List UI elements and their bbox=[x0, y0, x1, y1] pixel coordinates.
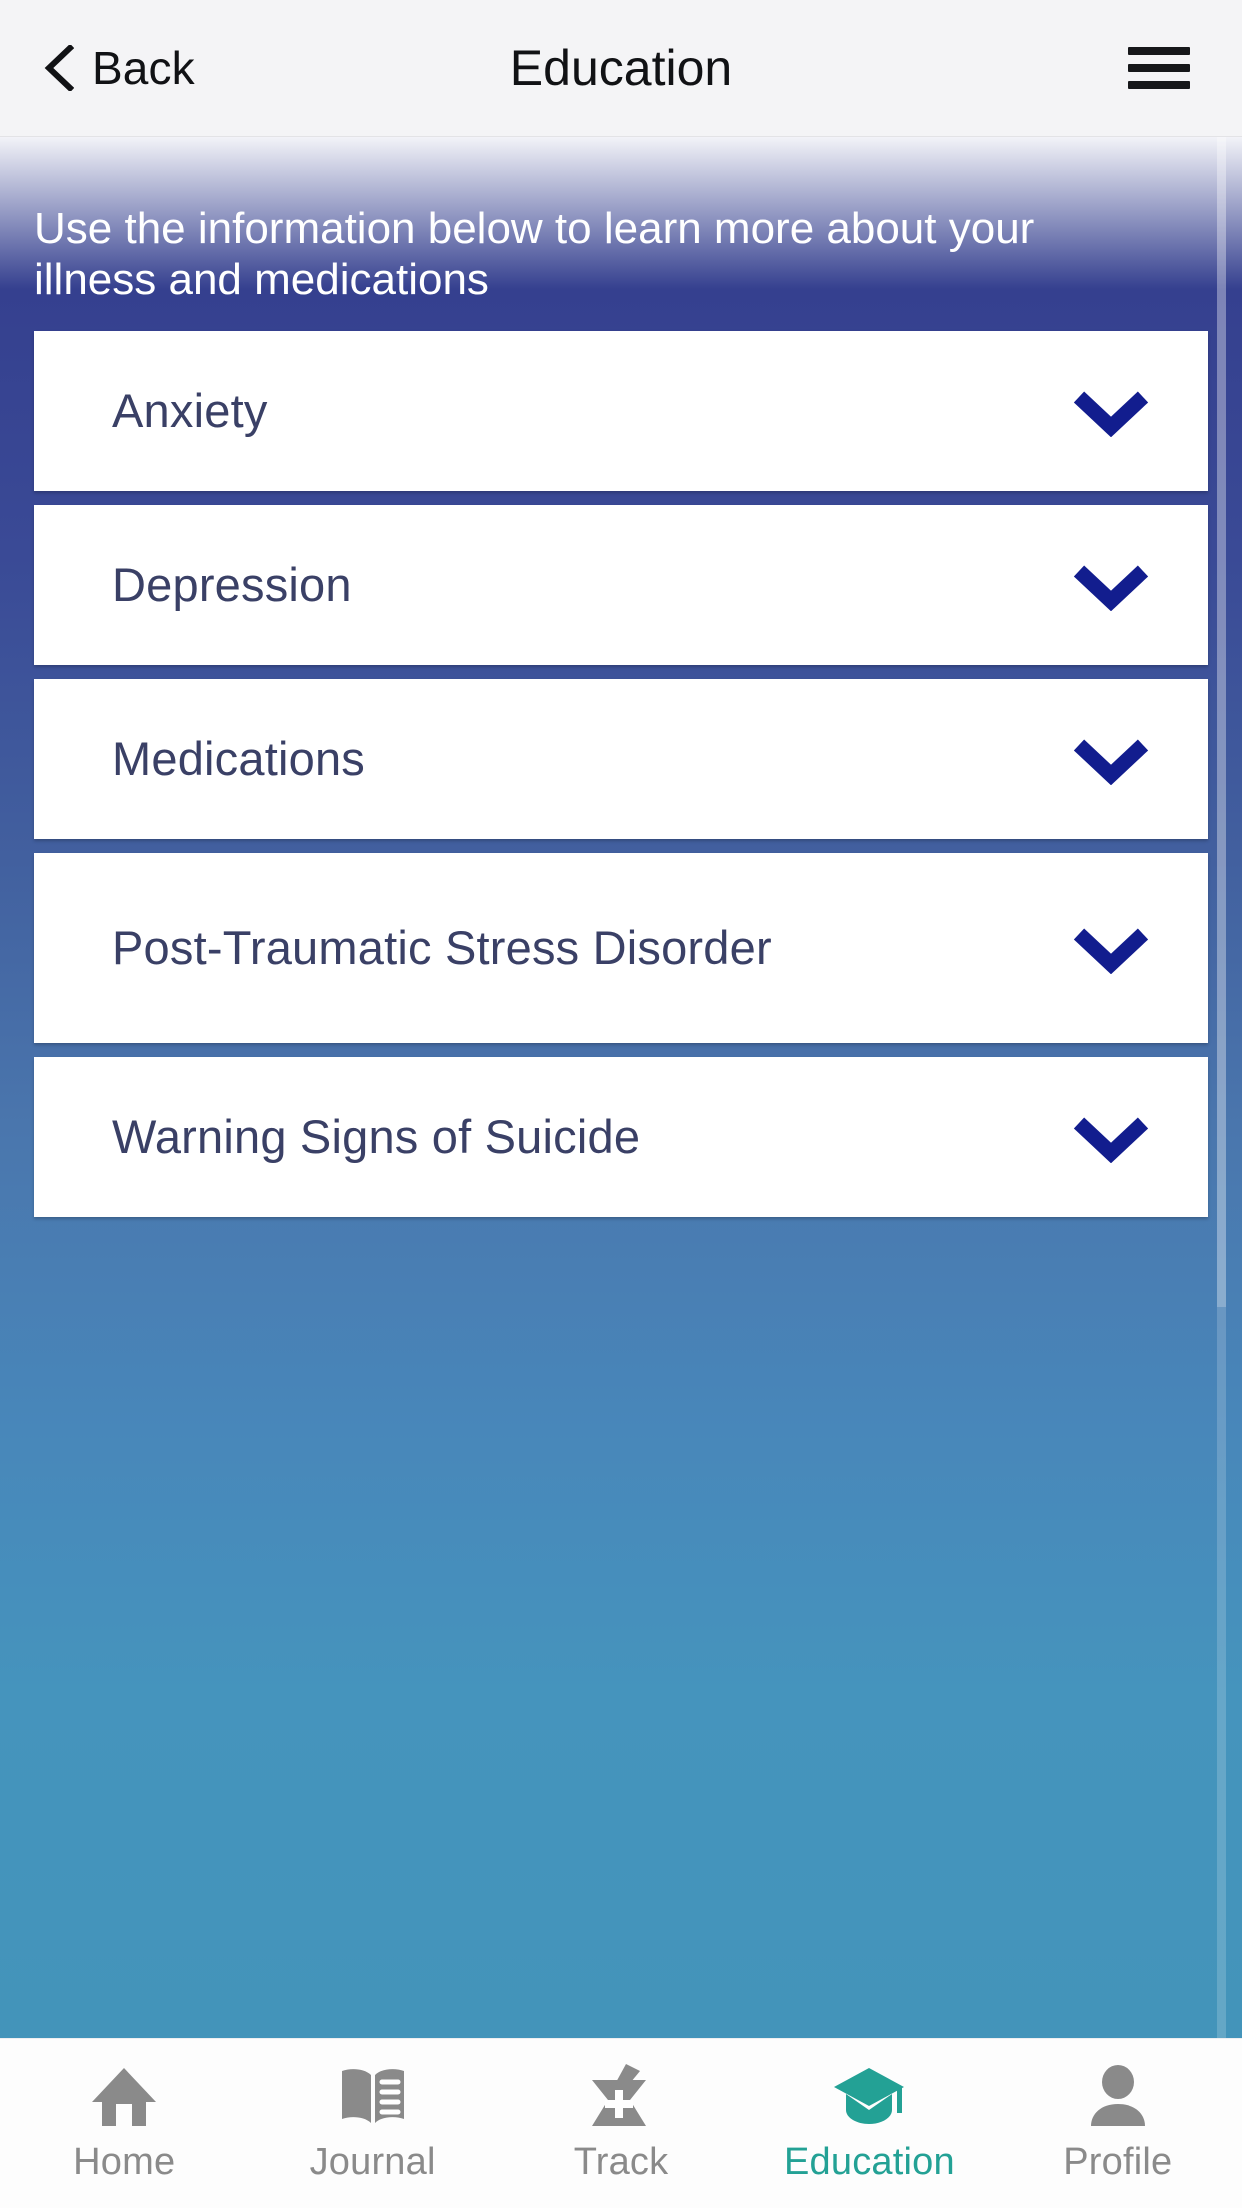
chevron-down-icon[interactable] bbox=[1070, 922, 1152, 975]
education-card-ptsd[interactable]: Post-Traumatic Stress Disorder bbox=[34, 853, 1208, 1044]
app-header: Back Education bbox=[0, 0, 1242, 137]
bottom-navigation-bar: Home Journal Track Education Profile bbox=[0, 2038, 1242, 2208]
home-icon bbox=[90, 2061, 158, 2133]
nav-tab-label: Track bbox=[573, 2141, 669, 2183]
education-card-label: Anxiety bbox=[112, 383, 268, 437]
nav-tab-journal[interactable]: Journal bbox=[248, 2039, 496, 2208]
education-card-warning-signs[interactable]: Warning Signs of Suicide bbox=[34, 1057, 1208, 1218]
nav-tab-education[interactable]: Education bbox=[745, 2039, 993, 2208]
education-content-scroll[interactable]: Use the information below to learn more … bbox=[0, 137, 1242, 2038]
menu-bar-1 bbox=[1128, 47, 1190, 55]
education-card-label: Depression bbox=[112, 557, 352, 611]
education-card-label: Medications bbox=[112, 731, 365, 785]
nav-tab-profile[interactable]: Profile bbox=[994, 2039, 1242, 2208]
education-topic-list: Anxiety Depression Medications Post-Trau… bbox=[0, 331, 1242, 1218]
nav-tab-label: Journal bbox=[309, 2141, 436, 2183]
app-root: Back Education Use the information below… bbox=[0, 0, 1242, 2208]
chevron-down-icon[interactable] bbox=[1070, 385, 1152, 438]
chevron-left-icon bbox=[44, 45, 74, 91]
scrollbar-thumb[interactable] bbox=[1217, 137, 1226, 1307]
education-card-medications[interactable]: Medications bbox=[34, 679, 1208, 840]
intro-text: Use the information below to learn more … bbox=[34, 204, 1035, 305]
education-card-label: Warning Signs of Suicide bbox=[112, 1109, 641, 1163]
graduation-cap-icon bbox=[832, 2061, 906, 2133]
nav-tab-label: Home bbox=[73, 2141, 176, 2183]
education-card-anxiety[interactable]: Anxiety bbox=[34, 331, 1208, 492]
nav-tab-label: Profile bbox=[1063, 2141, 1173, 2183]
mortar-pestle-icon bbox=[588, 2061, 654, 2133]
chevron-down-icon[interactable] bbox=[1070, 733, 1152, 786]
education-card-depression[interactable]: Depression bbox=[34, 505, 1208, 666]
person-icon bbox=[1087, 2061, 1149, 2133]
education-card-label: Post-Traumatic Stress Disorder bbox=[112, 920, 772, 974]
hamburger-menu-icon[interactable] bbox=[1128, 39, 1190, 97]
back-button[interactable]: Back bbox=[44, 41, 195, 95]
nav-tab-track[interactable]: Track bbox=[497, 2039, 745, 2208]
menu-bar-3 bbox=[1128, 81, 1190, 89]
book-icon bbox=[338, 2061, 408, 2133]
back-button-label: Back bbox=[92, 42, 195, 94]
nav-tab-label: Education bbox=[784, 2141, 955, 2183]
menu-bar-2 bbox=[1128, 64, 1190, 72]
nav-tab-home[interactable]: Home bbox=[0, 2039, 248, 2208]
chevron-down-icon[interactable] bbox=[1070, 1111, 1152, 1164]
chevron-down-icon[interactable] bbox=[1070, 559, 1152, 612]
